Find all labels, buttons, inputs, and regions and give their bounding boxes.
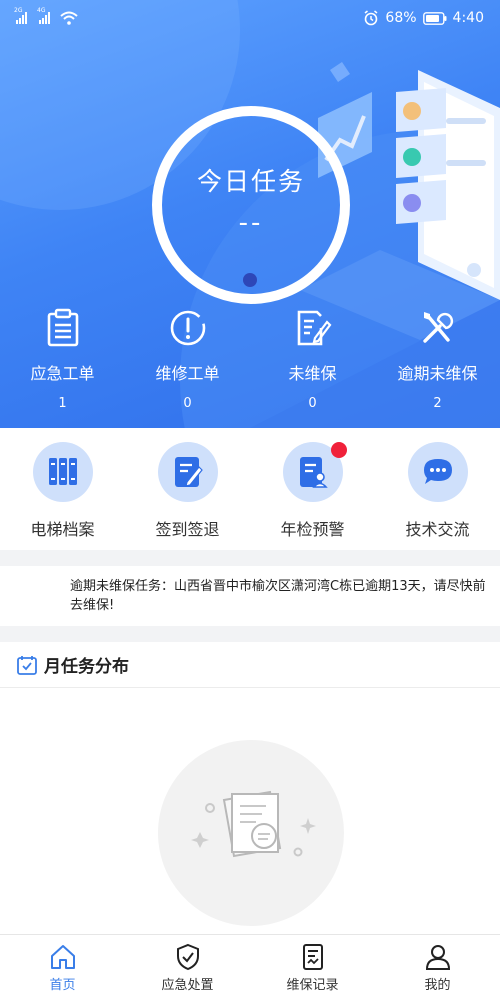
- section-title: 月任务分布: [44, 657, 129, 677]
- stat-emergency-order[interactable]: 应急工单 1: [0, 306, 125, 411]
- record-icon: [302, 944, 323, 970]
- empty-state: [158, 740, 344, 926]
- stat-count: 2: [433, 396, 442, 411]
- task-stats: 应急工单 1 维修工单 0 未维保 0 逾期未维保 2: [0, 306, 500, 411]
- tools-icon: [416, 306, 460, 350]
- stat-label: 应急工单: [30, 364, 95, 383]
- shield-check-icon: [176, 943, 199, 971]
- tab-label: 首页: [49, 978, 76, 993]
- tab-label: 应急处置: [161, 978, 214, 993]
- battery-icon: [422, 11, 447, 25]
- stat-label: 逾期未维保: [397, 364, 478, 383]
- clock: 4:40: [452, 10, 484, 26]
- signal-icon: 2G: [14, 7, 27, 24]
- menu-sign-in-out[interactable]: 签到签退: [125, 428, 250, 550]
- alarm-icon: [364, 10, 378, 26]
- quick-menu: 电梯档案 签到签退 年检预警 技术交流: [0, 428, 500, 550]
- overdue-notice[interactable]: 逾期未维保任务：山西省晋中市榆次区潇河湾C栋已逾期13天，请尽快前去维保!: [0, 566, 500, 626]
- menu-label: 签到签退: [155, 520, 220, 539]
- stat-label: 未维保: [288, 364, 337, 383]
- inspection-icon: [282, 442, 347, 502]
- notice-text: 逾期未维保任务：山西省晋中市榆次区潇河湾C栋已逾期13天，请尽快前去维保!: [70, 579, 486, 613]
- bottom-tab-bar: 首页 应急处置 维保记录 我的: [0, 934, 500, 1000]
- chat-icon: [407, 442, 468, 502]
- today-task-title: 今日任务: [196, 167, 305, 196]
- wifi-icon: [60, 11, 78, 25]
- stat-repair-order[interactable]: 维修工单 0: [125, 306, 250, 411]
- signal-icon: 4G: [37, 7, 50, 24]
- menu-label: 技术交流: [405, 520, 470, 539]
- empty-document-icon: [191, 790, 316, 858]
- menu-annual-inspection-alert[interactable]: 年检预警: [250, 428, 375, 550]
- ring-progress-dot: [243, 273, 257, 287]
- tab-maintenance-records[interactable]: 维保记录: [250, 935, 375, 1000]
- hero-banner: 2G 4G 68% 4:40 今日任务 -- 应急工单 1 维修工单 0 未维保…: [0, 0, 500, 428]
- user-icon: [425, 945, 450, 970]
- stat-count: 0: [308, 396, 317, 411]
- calendar-check-icon: [17, 655, 37, 675]
- tab-mine[interactable]: 我的: [375, 935, 500, 1000]
- tab-label: 我的: [424, 978, 451, 993]
- tab-home[interactable]: 首页: [0, 935, 125, 1000]
- alert-circle-icon: [166, 306, 210, 350]
- section-header: 月任务分布: [0, 642, 500, 688]
- menu-label: 年检预警: [280, 520, 345, 539]
- home-icon: [50, 945, 75, 969]
- menu-label: 电梯档案: [30, 520, 95, 539]
- tab-label: 维保记录: [286, 978, 339, 993]
- stat-count: 1: [58, 396, 67, 411]
- month-task-section: 月任务分布: [0, 642, 500, 934]
- stat-unmaintained[interactable]: 未维保 0: [250, 306, 375, 411]
- notification-badge: [330, 442, 347, 458]
- menu-tech-exchange[interactable]: 技术交流: [375, 428, 500, 550]
- today-task-value: --: [238, 208, 264, 238]
- stat-count: 0: [183, 396, 192, 411]
- battery-percent: 68%: [385, 10, 417, 26]
- menu-elevator-archive[interactable]: 电梯档案: [0, 428, 125, 550]
- tab-emergency[interactable]: 应急处置: [125, 935, 250, 1000]
- edit-document-icon: [291, 306, 335, 350]
- stat-overdue-unmaintained[interactable]: 逾期未维保 2: [375, 306, 500, 411]
- clipboard-icon: [41, 306, 85, 350]
- sign-in-icon: [157, 442, 218, 502]
- status-bar: 2G 4G 68% 4:40: [0, 0, 500, 36]
- archive-icon: [32, 442, 93, 502]
- stat-label: 维修工单: [155, 364, 220, 383]
